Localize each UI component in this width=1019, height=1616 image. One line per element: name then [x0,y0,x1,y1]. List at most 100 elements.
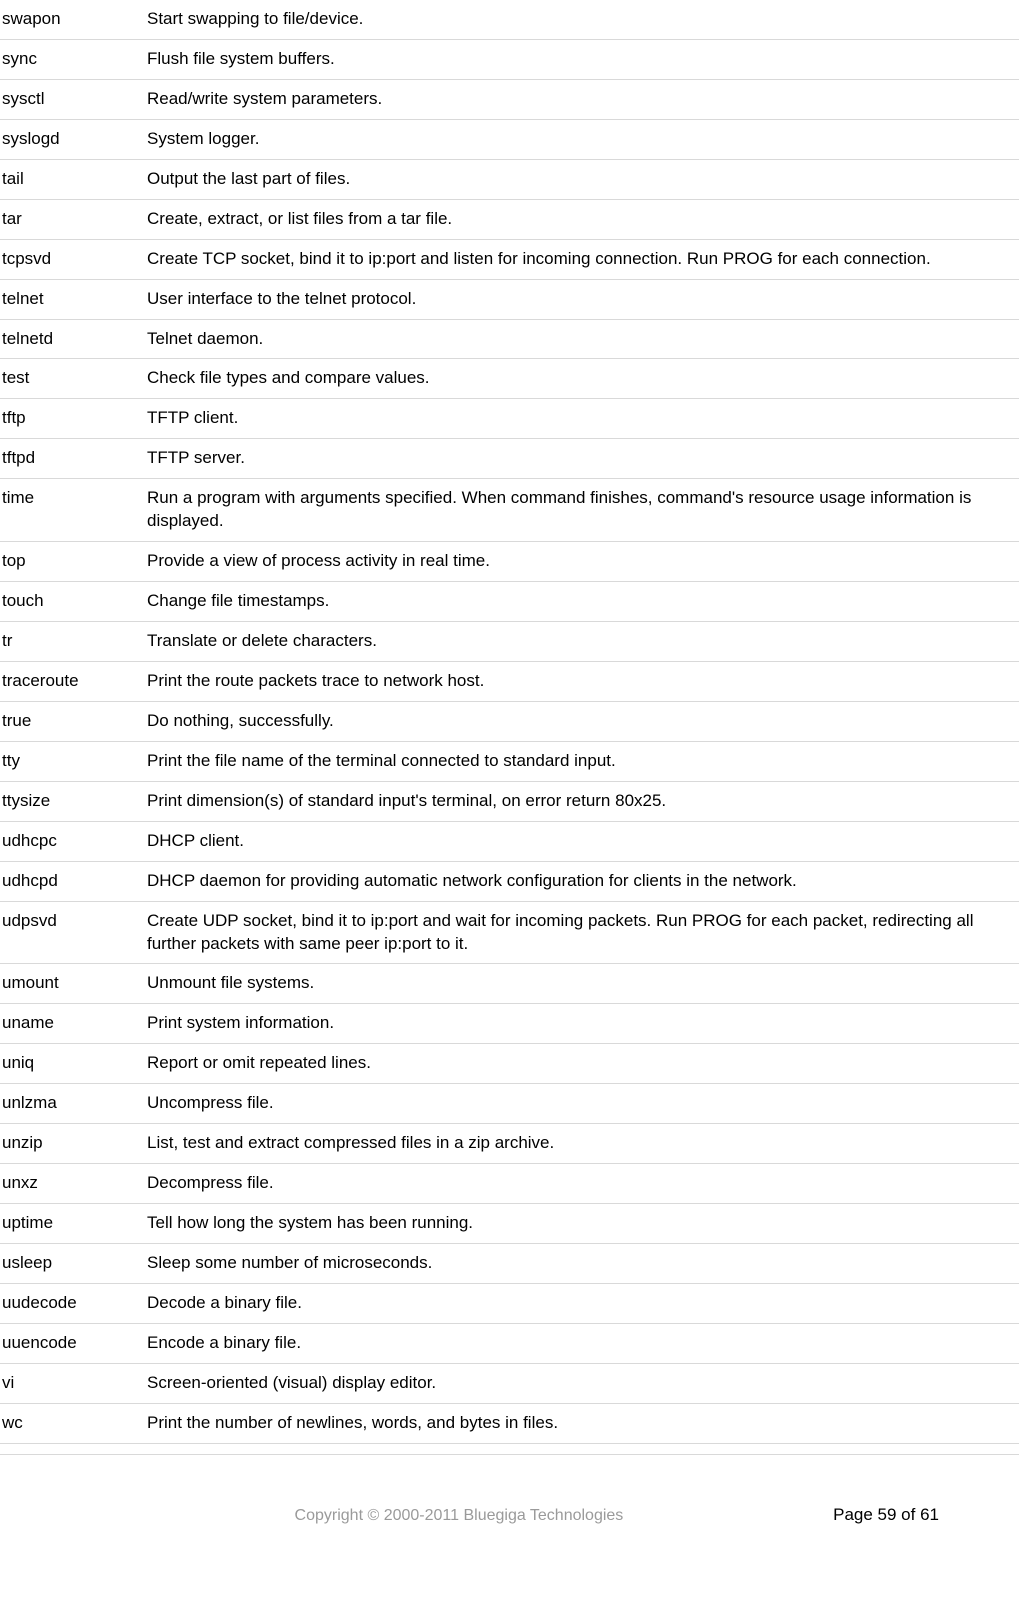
command-name-cell: unlzma [0,1084,145,1124]
command-name-cell: telnetd [0,319,145,359]
command-name-cell: tftp [0,399,145,439]
command-description-cell: User interface to the telnet protocol. [145,279,1019,319]
document-page: swaponStart swapping to file/device.sync… [0,0,1019,1565]
command-name-cell: unzip [0,1124,145,1164]
table-row: udhcpcDHCP client. [0,821,1019,861]
command-name-cell: telnet [0,279,145,319]
table-row: trTranslate or delete characters. [0,622,1019,662]
table-row: usleepSleep some number of microseconds. [0,1244,1019,1284]
command-description-cell: Start swapping to file/device. [145,0,1019,39]
command-description-cell: Do nothing, successfully. [145,701,1019,741]
table-row: tarCreate, extract, or list files from a… [0,199,1019,239]
table-row: unxzDecompress file. [0,1164,1019,1204]
command-name-cell: usleep [0,1244,145,1284]
table-row: unlzmaUncompress file. [0,1084,1019,1124]
table-row: udpsvdCreate UDP socket, bind it to ip:p… [0,901,1019,964]
command-description-cell: TFTP server. [145,439,1019,479]
page-footer: . Copyright © 2000-2011 Bluegiga Technol… [0,1505,1019,1535]
table-row: ttysizePrint dimension(s) of standard in… [0,781,1019,821]
table-row: tcpsvdCreate TCP socket, bind it to ip:p… [0,239,1019,279]
command-description-cell: Print the route packets trace to network… [145,661,1019,701]
command-name-cell: ttysize [0,781,145,821]
command-name-cell: tr [0,622,145,662]
command-name-cell: tar [0,199,145,239]
command-name-cell: unxz [0,1164,145,1204]
table-row: udhcpdDHCP daemon for providing automati… [0,861,1019,901]
footer-divider [0,1454,1019,1455]
table-row: trueDo nothing, successfully. [0,701,1019,741]
footer-page-number: Page 59 of 61 [833,1505,939,1525]
command-name-cell: uniq [0,1044,145,1084]
command-name-cell: uname [0,1004,145,1044]
command-name-cell: syslogd [0,119,145,159]
table-row: telnetUser interface to the telnet proto… [0,279,1019,319]
table-row: traceroutePrint the route packets trace … [0,661,1019,701]
command-description-cell: Print system information. [145,1004,1019,1044]
command-name-cell: tftpd [0,439,145,479]
command-description-cell: Print the file name of the terminal conn… [145,741,1019,781]
command-description-cell: Read/write system parameters. [145,79,1019,119]
command-name-cell: time [0,479,145,542]
command-description-cell: Report or omit repeated lines. [145,1044,1019,1084]
table-row: sysctlRead/write system parameters. [0,79,1019,119]
command-description-cell: Screen-oriented (visual) display editor. [145,1363,1019,1403]
table-row: testCheck file types and compare values. [0,359,1019,399]
table-row: unamePrint system information. [0,1004,1019,1044]
command-description-cell: Create, extract, or list files from a ta… [145,199,1019,239]
table-row: tftpdTFTP server. [0,439,1019,479]
command-name-cell: udhcpd [0,861,145,901]
command-name-cell: udhcpc [0,821,145,861]
command-description-cell: Change file timestamps. [145,582,1019,622]
table-row: uudecodeDecode a binary file. [0,1283,1019,1323]
table-row: syncFlush file system buffers. [0,39,1019,79]
command-name-cell: touch [0,582,145,622]
command-name-cell: test [0,359,145,399]
command-table-body: swaponStart swapping to file/device.sync… [0,0,1019,1443]
command-name-cell: tail [0,159,145,199]
command-description-cell: Print the number of newlines, words, and… [145,1403,1019,1443]
command-name-cell: uptime [0,1204,145,1244]
command-name-cell: sync [0,39,145,79]
command-description-cell: Run a program with arguments specified. … [145,479,1019,542]
command-name-cell: uudecode [0,1283,145,1323]
command-description-cell: Flush file system buffers. [145,39,1019,79]
table-row: tftpTFTP client. [0,399,1019,439]
command-description-cell: Create UDP socket, bind it to ip:port an… [145,901,1019,964]
table-row: swaponStart swapping to file/device. [0,0,1019,39]
command-description-cell: Decode a binary file. [145,1283,1019,1323]
command-description-cell: DHCP client. [145,821,1019,861]
table-row: telnetdTelnet daemon. [0,319,1019,359]
table-row: touchChange file timestamps. [0,582,1019,622]
command-description-cell: Check file types and compare values. [145,359,1019,399]
command-description-cell: List, test and extract compressed files … [145,1124,1019,1164]
command-name-cell: umount [0,964,145,1004]
command-name-cell: top [0,542,145,582]
command-name-cell: udpsvd [0,901,145,964]
table-row: tailOutput the last part of files. [0,159,1019,199]
command-name-cell: true [0,701,145,741]
table-row: uptimeTell how long the system has been … [0,1204,1019,1244]
table-row: timeRun a program with arguments specifi… [0,479,1019,542]
command-description-cell: Telnet daemon. [145,319,1019,359]
command-name-cell: traceroute [0,661,145,701]
command-description-cell: Translate or delete characters. [145,622,1019,662]
command-name-cell: uuencode [0,1323,145,1363]
command-description-cell: Provide a view of process activity in re… [145,542,1019,582]
command-description-cell: Print dimension(s) of standard input's t… [145,781,1019,821]
table-row: syslogdSystem logger. [0,119,1019,159]
command-name-cell: swapon [0,0,145,39]
command-name-cell: sysctl [0,79,145,119]
footer-copyright: Copyright © 2000-2011 Bluegiga Technolog… [85,1507,833,1525]
table-row: umountUnmount file systems. [0,964,1019,1004]
command-description-cell: Unmount file systems. [145,964,1019,1004]
command-description-cell: Encode a binary file. [145,1323,1019,1363]
command-description-cell: Decompress file. [145,1164,1019,1204]
table-row: ttyPrint the file name of the terminal c… [0,741,1019,781]
command-description-cell: TFTP client. [145,399,1019,439]
table-row: uniqReport or omit repeated lines. [0,1044,1019,1084]
table-row: unzipList, test and extract compressed f… [0,1124,1019,1164]
command-name-cell: tty [0,741,145,781]
command-description-cell: Create TCP socket, bind it to ip:port an… [145,239,1019,279]
command-name-cell: vi [0,1363,145,1403]
command-description-cell: Uncompress file. [145,1084,1019,1124]
